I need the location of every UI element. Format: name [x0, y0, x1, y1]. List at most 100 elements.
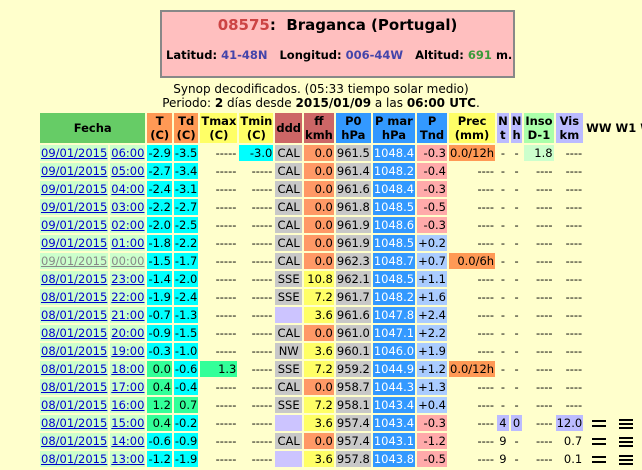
time-link[interactable]: 02:00 [111, 218, 144, 232]
date-cell: 08/01/2015 [40, 289, 109, 305]
date-link[interactable]: 08/01/2015 [41, 416, 107, 430]
t-cell: -0.3 [147, 343, 172, 359]
time-link[interactable]: 15:00 [111, 416, 144, 430]
col-w1[interactable]: W1 [614, 113, 638, 143]
time-cell: 19:00 [110, 343, 146, 359]
longitude-label: Longitud: [279, 48, 342, 62]
col-nh[interactable]: Nh [510, 113, 523, 143]
time-link[interactable]: 06:00 [111, 146, 144, 160]
date-link[interactable]: 08/01/2015 [41, 290, 107, 304]
time-link[interactable]: 18:00 [111, 362, 144, 376]
ptnd-cell: -0.3 [417, 217, 447, 233]
ddd-cell: SSE [275, 397, 303, 413]
time-link[interactable]: 23:00 [111, 272, 144, 286]
t-cell: -2.9 [147, 145, 172, 161]
prec-cell: ---- [449, 289, 496, 305]
date-link[interactable]: 08/01/2015 [41, 308, 107, 322]
time-link[interactable]: 16:00 [111, 398, 144, 412]
tmax-cell: ----- [200, 199, 238, 215]
time-link[interactable]: 05:00 [111, 164, 144, 178]
inso-cell: ---- [524, 433, 554, 449]
col-inso[interactable]: Inso D-1 [524, 113, 554, 143]
w1-cell [614, 397, 638, 413]
time-link[interactable]: 17:00 [111, 380, 144, 394]
date-link[interactable]: 08/01/2015 [41, 326, 107, 340]
vis-cell: ---- [555, 145, 584, 161]
date-link[interactable]: 08/01/2015 [41, 272, 107, 286]
ff-cell: 3.6 [304, 307, 334, 323]
n-cell: - [497, 397, 509, 413]
time-link[interactable]: 14:00 [111, 434, 144, 448]
vis-cell: ---- [555, 199, 584, 215]
tmax-cell: ----- [200, 289, 238, 305]
date-link[interactable]: 08/01/2015 [41, 362, 107, 376]
date-cell: 09/01/2015 [40, 163, 109, 179]
altitude-unit: m. [495, 48, 513, 62]
tmax-cell: ----- [200, 343, 238, 359]
date-cell: 08/01/2015 [40, 271, 109, 287]
ddd-cell: CAL [275, 199, 303, 215]
ptnd-cell: -0.3 [417, 415, 447, 431]
ptnd-cell: -0.3 [417, 181, 447, 197]
col-ptnd[interactable]: P Tnd [417, 113, 447, 143]
vis-cell: ---- [555, 325, 584, 341]
caption-line-2: Periodo: 2 días desde 2015/01/09 a las 0… [0, 96, 642, 110]
col-vis[interactable]: Vis km [555, 113, 584, 143]
date-cell: 08/01/2015 [40, 325, 109, 341]
table-row: 08/01/2015 15:00 0.4 -0.2 ----- ----- 3.6 957.4… [40, 415, 642, 431]
ff-cell: 0.0 [304, 145, 334, 161]
col-td[interactable]: Td (C) [173, 113, 199, 143]
time-link[interactable]: 00:00 [111, 254, 144, 268]
time-link[interactable]: 04:00 [111, 182, 144, 196]
tmin-cell: ----- [239, 397, 274, 413]
col-p0[interactable]: P0 hPa [335, 113, 371, 143]
date-link[interactable]: 09/01/2015 [41, 200, 107, 214]
pmar-cell: 1043.4 [372, 415, 416, 431]
date-link[interactable]: 08/01/2015 [41, 398, 107, 412]
time-link[interactable]: 13:00 [111, 452, 144, 466]
time-link[interactable]: 22:00 [111, 290, 144, 304]
time-link[interactable]: 01:00 [111, 236, 144, 250]
date-link[interactable]: 08/01/2015 [41, 434, 107, 448]
col-tmin[interactable]: Tmin (C) [239, 113, 274, 143]
date-link[interactable]: 08/01/2015 [41, 344, 107, 358]
time-link[interactable]: 03:00 [111, 200, 144, 214]
date-link[interactable]: 09/01/2015 [41, 182, 107, 196]
vis-cell: 0.1 [555, 451, 584, 467]
col-ff[interactable]: ff kmh [304, 113, 334, 143]
nh-cell: - [510, 361, 523, 377]
pmar-cell: 1044.3 [372, 379, 416, 395]
p0-cell: 961.8 [335, 199, 371, 215]
w1-cell [614, 379, 638, 395]
time-link[interactable]: 21:00 [111, 308, 144, 322]
time-link[interactable]: 19:00 [111, 344, 144, 358]
col-ww[interactable]: WW [585, 113, 613, 143]
ff-cell: 0.0 [304, 217, 334, 233]
col-ddd[interactable]: ddd [275, 113, 303, 143]
time-cell: 15:00 [110, 415, 146, 431]
date-link[interactable]: 08/01/2015 [41, 452, 107, 466]
table-row: 08/01/2015 18:00 0.0 -0.6 1.3 ----- SSE 7.2 959.… [40, 361, 642, 377]
date-link[interactable]: 09/01/2015 [41, 164, 107, 178]
date-link[interactable]: 09/01/2015 [41, 218, 107, 232]
col-t[interactable]: T (C) [147, 113, 172, 143]
col-prec[interactable]: Prec (mm) [449, 113, 496, 143]
time-cell: 00:00 [110, 253, 146, 269]
n-cell: - [497, 253, 509, 269]
col-n[interactable]: Nt [497, 113, 509, 143]
prec-cell: ---- [449, 379, 496, 395]
date-link[interactable]: 09/01/2015 [41, 236, 107, 250]
date-link[interactable]: 09/01/2015 [41, 146, 107, 160]
td-cell: -0.4 [173, 379, 199, 395]
date-link[interactable]: 08/01/2015 [41, 380, 107, 394]
col-fecha[interactable]: Fecha [40, 113, 146, 143]
date-link[interactable]: 09/01/2015 [41, 254, 107, 268]
time-cell: 23:00 [110, 271, 146, 287]
tmin-cell: ----- [239, 181, 274, 197]
col-pmar[interactable]: P mar hPa [372, 113, 416, 143]
col-tmax[interactable]: Tmax (C) [200, 113, 238, 143]
n-cell: - [497, 217, 509, 233]
pmar-cell: 1047.1 [372, 325, 416, 341]
ptnd-cell: +2.2 [417, 325, 447, 341]
time-link[interactable]: 20:00 [111, 326, 144, 340]
